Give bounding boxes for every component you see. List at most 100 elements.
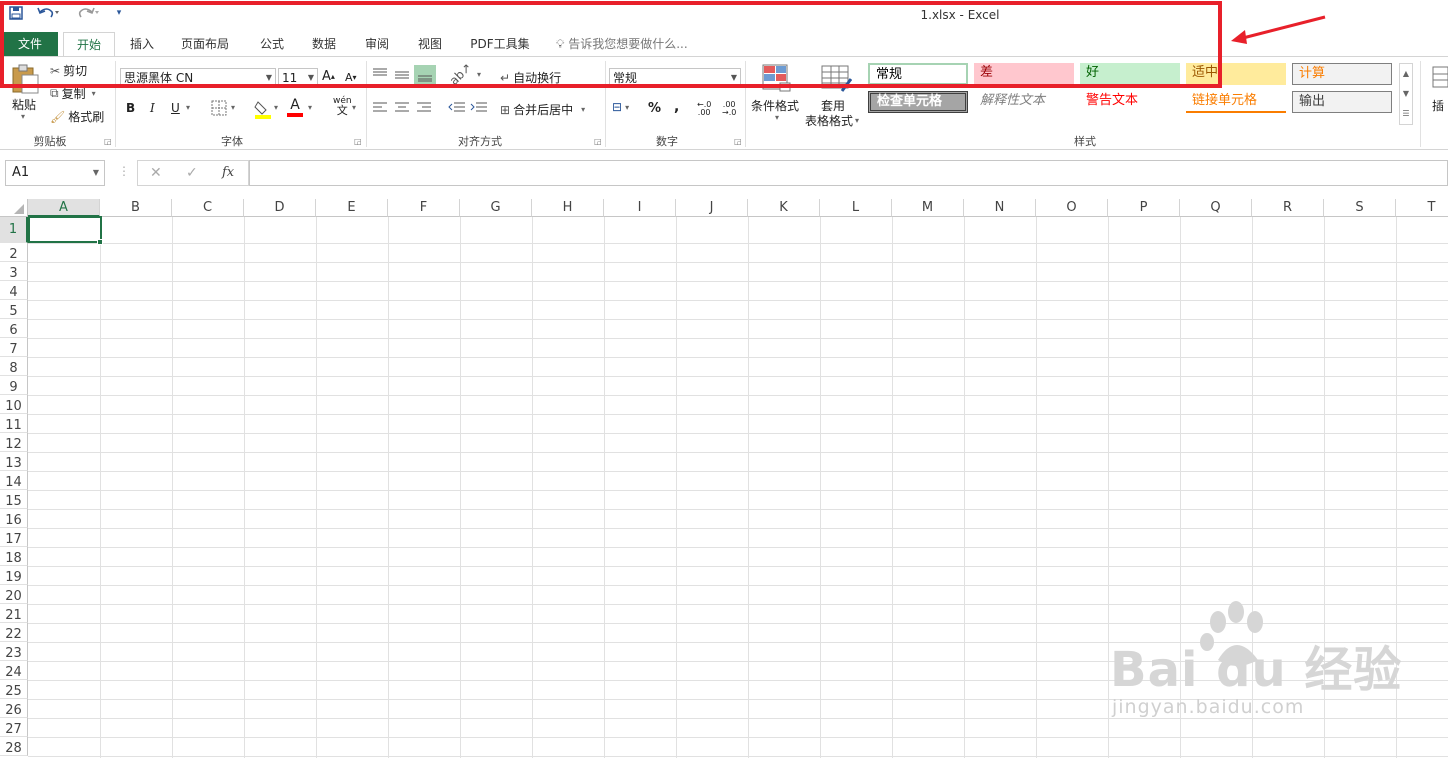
column-header[interactable]: O	[1036, 199, 1108, 217]
column-header[interactable]: B	[100, 199, 172, 217]
column-header[interactable]: C	[172, 199, 244, 217]
row-header[interactable]: 2	[0, 243, 28, 262]
cell-style-item[interactable]: 检查单元格	[868, 91, 968, 113]
row-header[interactable]: 27	[0, 718, 28, 737]
decrease-indent-icon[interactable]	[448, 101, 466, 115]
column-header[interactable]: E	[316, 199, 388, 217]
column-header[interactable]: I	[604, 199, 676, 217]
column-header[interactable]: L	[820, 199, 892, 217]
column-header[interactable]: M	[892, 199, 964, 217]
column-header[interactable]: N	[964, 199, 1036, 217]
scroll-down-icon[interactable]: ▼	[1400, 84, 1412, 104]
row-header[interactable]: 5	[0, 300, 28, 319]
font-color-icon[interactable]: A	[287, 97, 303, 117]
selected-cell[interactable]	[28, 216, 102, 243]
cell-style-item[interactable]: 链接单元格	[1186, 91, 1286, 113]
align-right-icon[interactable]	[416, 101, 432, 115]
cell-style-item[interactable]: 解释性文本	[974, 91, 1074, 113]
format-painter-button[interactable]: 🖌︎ 格式刷	[50, 108, 104, 125]
row-header[interactable]: 11	[0, 414, 28, 433]
bold-button[interactable]: B	[126, 101, 135, 115]
row-header[interactable]: 20	[0, 585, 28, 604]
row-header[interactable]: 13	[0, 452, 28, 471]
column-header[interactable]: F	[388, 199, 460, 217]
name-box[interactable]: A1 ▼	[5, 160, 105, 186]
align-center-icon[interactable]	[394, 101, 410, 115]
row-header[interactable]: 26	[0, 699, 28, 718]
column-header[interactable]: T	[1396, 199, 1448, 217]
phonetic-icon[interactable]: wén 文	[333, 97, 352, 117]
italic-button[interactable]: I	[150, 101, 155, 115]
enter-icon[interactable]: ✓	[186, 165, 198, 181]
font-launcher-icon[interactable]: ◲	[354, 137, 362, 146]
increase-decimal-icon[interactable]: ←.0.00	[697, 101, 711, 117]
row-header[interactable]: 25	[0, 680, 28, 699]
row-header[interactable]: 17	[0, 528, 28, 547]
row-header[interactable]: 15	[0, 490, 28, 509]
merge-center-button[interactable]: ⊞ 合并后居中 ▾	[500, 101, 585, 118]
row-header[interactable]: 18	[0, 547, 28, 566]
font-color-dropdown-icon[interactable]: ▾	[308, 103, 312, 112]
number-launcher-icon[interactable]: ◲	[734, 137, 742, 146]
gallery-scroll[interactable]: ▲ ▼ ☰	[1399, 63, 1413, 125]
phonetic-dropdown-icon[interactable]: ▾	[352, 103, 356, 112]
cell-style-item[interactable]: 警告文本	[1080, 91, 1180, 113]
row-header[interactable]: 4	[0, 281, 28, 300]
border-icon[interactable]	[211, 100, 227, 116]
accounting-format-icon[interactable]: ⊟ ▾	[612, 100, 629, 114]
increase-indent-icon[interactable]	[470, 101, 488, 115]
column-header[interactable]: Q	[1180, 199, 1252, 217]
row-header[interactable]: 23	[0, 642, 28, 661]
row-header[interactable]: 10	[0, 395, 28, 414]
column-header[interactable]: D	[244, 199, 316, 217]
scroll-up-icon[interactable]: ▲	[1400, 64, 1412, 84]
fill-color-icon[interactable]	[254, 99, 272, 119]
column-header[interactable]: A	[28, 199, 100, 217]
underline-dropdown-icon[interactable]: ▾	[186, 103, 190, 112]
decrease-decimal-icon[interactable]: .00 →.0	[722, 101, 736, 117]
row-header[interactable]: 22	[0, 623, 28, 642]
row-header[interactable]: 16	[0, 509, 28, 528]
column-header[interactable]: H	[532, 199, 604, 217]
cell-style-item[interactable]: 计算	[1292, 63, 1392, 85]
column-header[interactable]: R	[1252, 199, 1324, 217]
row-header[interactable]: 1	[0, 217, 28, 243]
row-header[interactable]: 8	[0, 357, 28, 376]
column-header[interactable]: G	[460, 199, 532, 217]
paste-button[interactable]: 粘贴	[12, 96, 36, 113]
row-header[interactable]: 19	[0, 566, 28, 585]
fill-handle[interactable]	[97, 239, 103, 245]
conditional-dropdown-icon[interactable]: ▾	[775, 113, 779, 122]
row-header[interactable]: 28	[0, 737, 28, 756]
formula-input[interactable]	[249, 160, 1448, 186]
border-dropdown-icon[interactable]: ▾	[231, 103, 235, 112]
align-left-icon[interactable]	[372, 101, 388, 115]
fill-dropdown-icon[interactable]: ▾	[274, 103, 278, 112]
row-header[interactable]: 3	[0, 262, 28, 281]
row-header[interactable]: 24	[0, 661, 28, 680]
underline-button[interactable]: U	[171, 101, 180, 115]
cancel-icon[interactable]: ✕	[150, 165, 162, 181]
row-header[interactable]: 9	[0, 376, 28, 395]
insert-function-icon[interactable]: fx	[222, 165, 234, 180]
row-header[interactable]: 21	[0, 604, 28, 623]
column-header[interactable]: S	[1324, 199, 1396, 217]
cell-style-item[interactable]: 输出	[1292, 91, 1392, 113]
insert-cells-icon[interactable]	[1430, 63, 1448, 93]
alignment-launcher-icon[interactable]: ◲	[594, 137, 602, 146]
comma-button[interactable]: ,	[674, 99, 679, 115]
gallery-more-icon[interactable]: ☰	[1400, 104, 1412, 124]
conditional-format-button[interactable]: 条件格式	[751, 97, 799, 114]
row-header[interactable]: 12	[0, 433, 28, 452]
column-header[interactable]: P	[1108, 199, 1180, 217]
format-as-table-button[interactable]: 表格格式 ▾	[805, 112, 859, 129]
row-header[interactable]: 6	[0, 319, 28, 338]
insert-button[interactable]: 插	[1432, 97, 1444, 114]
row-header[interactable]: 7	[0, 338, 28, 357]
column-header[interactable]: J	[676, 199, 748, 217]
row-header[interactable]: 14	[0, 471, 28, 490]
paste-dropdown-icon[interactable]: ▾	[21, 112, 25, 121]
formula-bar-splitter[interactable]: ⋮	[118, 164, 130, 178]
select-all-corner[interactable]	[0, 199, 28, 217]
column-header[interactable]: K	[748, 199, 820, 217]
